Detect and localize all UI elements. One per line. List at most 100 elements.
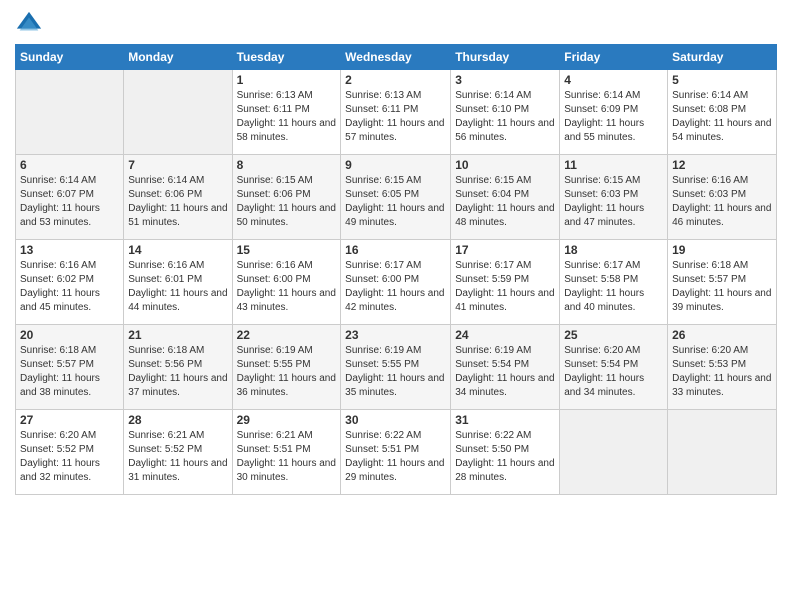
calendar-cell: 1Sunrise: 6:13 AMSunset: 6:11 PMDaylight… <box>232 70 341 155</box>
calendar-cell: 18 Sunrise: 6:17 AMSunset: 5:58 PMDayligh… <box>560 240 668 325</box>
page: SundayMondayTuesdayWednesdayThursdayFrid… <box>0 0 792 612</box>
calendar-cell: 24Sunrise: 6:19 AMSunset: 5:54 PMDayligh… <box>451 325 560 410</box>
cell-sun-info: Sunrise: 6:13 AMSunset: 6:11 PMDaylight:… <box>345 89 446 145</box>
weekday-header: Monday <box>124 45 232 70</box>
header <box>15 10 777 38</box>
calendar-cell: 2Sunrise: 6:13 AMSunset: 6:11 PMDaylight… <box>341 70 451 155</box>
day-number: 21 <box>128 328 227 342</box>
calendar-cell: 31 Sunrise: 6:22 AMSunset: 5:50 PMDayligh… <box>451 410 560 495</box>
calendar-table: SundayMondayTuesdayWednesdayThursdayFrid… <box>15 44 777 495</box>
calendar-cell <box>124 70 232 155</box>
calendar-cell: 10 Sunrise: 6:15 AMSunset: 6:04 PMDayligh… <box>451 155 560 240</box>
cell-sun-info: Sunrise: 6:15 AMSunset: 6:05 PMDaylight:… <box>345 174 446 230</box>
day-number: 9 <box>345 158 446 172</box>
day-number: 30 <box>345 413 446 427</box>
day-number: 23 <box>345 328 446 342</box>
day-number: 13 <box>20 243 119 257</box>
day-number: 7 <box>128 158 227 172</box>
calendar-cell: 7 Sunrise: 6:14 AMSunset: 6:06 PMDaylight… <box>124 155 232 240</box>
calendar-cell: 17 Sunrise: 6:17 AMSunset: 5:59 PMDayligh… <box>451 240 560 325</box>
calendar-cell: 29 Sunrise: 6:21 AMSunset: 5:51 PMDayligh… <box>232 410 341 495</box>
calendar-week-row: 6 Sunrise: 6:14 AMSunset: 6:07 PMDaylight… <box>16 155 777 240</box>
weekday-header: Thursday <box>451 45 560 70</box>
calendar-cell: 4 Sunrise: 6:14 AMSunset: 6:09 PMDaylight… <box>560 70 668 155</box>
calendar-cell: 26Sunrise: 6:20 AMSunset: 5:53 PMDayligh… <box>668 325 777 410</box>
calendar-week-row: 20 Sunrise: 6:18 AMSunset: 5:57 PMDayligh… <box>16 325 777 410</box>
weekday-header: Sunday <box>16 45 124 70</box>
cell-sun-info: Sunrise: 6:17 AMSunset: 6:00 PMDaylight:… <box>345 259 446 315</box>
cell-sun-info: Sunrise: 6:20 AMSunset: 5:54 PMDaylight:… <box>564 344 663 400</box>
cell-sun-info: Sunrise: 6:15 AMSunset: 6:03 PMDaylight:… <box>564 174 663 230</box>
cell-sun-info: Sunrise: 6:16 AMSunset: 6:02 PMDaylight:… <box>20 259 119 315</box>
calendar-cell: 8 Sunrise: 6:15 AMSunset: 6:06 PMDaylight… <box>232 155 341 240</box>
cell-sun-info: Sunrise: 6:21 AMSunset: 5:52 PMDaylight:… <box>128 429 227 485</box>
calendar-cell: 16 Sunrise: 6:17 AMSunset: 6:00 PMDayligh… <box>341 240 451 325</box>
cell-sun-info: Sunrise: 6:14 AMSunset: 6:07 PMDaylight:… <box>20 174 119 230</box>
day-number: 19 <box>672 243 772 257</box>
day-number: 16 <box>345 243 446 257</box>
day-number: 27 <box>20 413 119 427</box>
day-number: 12 <box>672 158 772 172</box>
day-number: 8 <box>237 158 337 172</box>
day-number: 14 <box>128 243 227 257</box>
day-number: 22 <box>237 328 337 342</box>
cell-sun-info: Sunrise: 6:15 AMSunset: 6:04 PMDaylight:… <box>455 174 555 230</box>
calendar-cell: 21Sunrise: 6:18 AMSunset: 5:56 PMDayligh… <box>124 325 232 410</box>
calendar-cell: 6 Sunrise: 6:14 AMSunset: 6:07 PMDaylight… <box>16 155 124 240</box>
calendar-week-row: 27 Sunrise: 6:20 AMSunset: 5:52 PMDayligh… <box>16 410 777 495</box>
calendar-cell: 12 Sunrise: 6:16 AMSunset: 6:03 PMDayligh… <box>668 155 777 240</box>
calendar-cell: 25 Sunrise: 6:20 AMSunset: 5:54 PMDayligh… <box>560 325 668 410</box>
day-number: 20 <box>20 328 119 342</box>
cell-sun-info: Sunrise: 6:16 AMSunset: 6:00 PMDaylight:… <box>237 259 337 315</box>
cell-sun-info: Sunrise: 6:16 AMSunset: 6:03 PMDaylight:… <box>672 174 772 230</box>
day-number: 15 <box>237 243 337 257</box>
calendar-cell: 5 Sunrise: 6:14 AMSunset: 6:08 PMDaylight… <box>668 70 777 155</box>
weekday-header: Wednesday <box>341 45 451 70</box>
calendar-cell: 14 Sunrise: 6:16 AMSunset: 6:01 PMDayligh… <box>124 240 232 325</box>
calendar-cell <box>16 70 124 155</box>
day-number: 26 <box>672 328 772 342</box>
cell-sun-info: Sunrise: 6:17 AMSunset: 5:59 PMDaylight:… <box>455 259 555 315</box>
day-number: 10 <box>455 158 555 172</box>
cell-sun-info: Sunrise: 6:14 AMSunset: 6:08 PMDaylight:… <box>672 89 772 145</box>
day-number: 4 <box>564 73 663 87</box>
cell-sun-info: Sunrise: 6:21 AMSunset: 5:51 PMDaylight:… <box>237 429 337 485</box>
day-number: 18 <box>564 243 663 257</box>
day-number: 25 <box>564 328 663 342</box>
day-number: 29 <box>237 413 337 427</box>
calendar-cell <box>560 410 668 495</box>
weekday-header: Tuesday <box>232 45 341 70</box>
cell-sun-info: Sunrise: 6:14 AMSunset: 6:06 PMDaylight:… <box>128 174 227 230</box>
cell-sun-info: Sunrise: 6:14 AMSunset: 6:09 PMDaylight:… <box>564 89 663 145</box>
cell-sun-info: Sunrise: 6:22 AMSunset: 5:50 PMDaylight:… <box>455 429 555 485</box>
cell-sun-info: Sunrise: 6:15 AMSunset: 6:06 PMDaylight:… <box>237 174 337 230</box>
cell-sun-info: Sunrise: 6:16 AMSunset: 6:01 PMDaylight:… <box>128 259 227 315</box>
cell-sun-info: Sunrise: 6:18 AMSunset: 5:57 PMDaylight:… <box>672 259 772 315</box>
calendar-cell: 11Sunrise: 6:15 AMSunset: 6:03 PMDayligh… <box>560 155 668 240</box>
cell-sun-info: Sunrise: 6:19 AMSunset: 5:54 PMDaylight:… <box>455 344 555 400</box>
day-number: 28 <box>128 413 227 427</box>
calendar-header-row: SundayMondayTuesdayWednesdayThursdayFrid… <box>16 45 777 70</box>
day-number: 6 <box>20 158 119 172</box>
cell-sun-info: Sunrise: 6:14 AMSunset: 6:10 PMDaylight:… <box>455 89 555 145</box>
calendar-cell: 27 Sunrise: 6:20 AMSunset: 5:52 PMDayligh… <box>16 410 124 495</box>
cell-sun-info: Sunrise: 6:17 AMSunset: 5:58 PMDaylight:… <box>564 259 663 315</box>
day-number: 5 <box>672 73 772 87</box>
calendar-cell: 13 Sunrise: 6:16 AMSunset: 6:02 PMDayligh… <box>16 240 124 325</box>
calendar-cell: 28 Sunrise: 6:21 AMSunset: 5:52 PMDayligh… <box>124 410 232 495</box>
cell-sun-info: Sunrise: 6:19 AMSunset: 5:55 PMDaylight:… <box>345 344 446 400</box>
calendar-cell: 9 Sunrise: 6:15 AMSunset: 6:05 PMDaylight… <box>341 155 451 240</box>
calendar-cell: 23 Sunrise: 6:19 AMSunset: 5:55 PMDayligh… <box>341 325 451 410</box>
calendar-cell: 3 Sunrise: 6:14 AMSunset: 6:10 PMDaylight… <box>451 70 560 155</box>
day-number: 17 <box>455 243 555 257</box>
calendar-cell: 20 Sunrise: 6:18 AMSunset: 5:57 PMDayligh… <box>16 325 124 410</box>
calendar-week-row: 13 Sunrise: 6:16 AMSunset: 6:02 PMDayligh… <box>16 240 777 325</box>
day-number: 31 <box>455 413 555 427</box>
cell-sun-info: Sunrise: 6:19 AMSunset: 5:55 PMDaylight:… <box>237 344 337 400</box>
day-number: 3 <box>455 73 555 87</box>
cell-sun-info: Sunrise: 6:18 AMSunset: 5:57 PMDaylight:… <box>20 344 119 400</box>
calendar-week-row: 1 Sunrise: 6:13 AMSunset: 6:11 PMDaylight… <box>16 70 777 155</box>
day-number: 1 <box>237 73 337 87</box>
weekday-header: Friday <box>560 45 668 70</box>
cell-sun-info: Sunrise: 6:20 AMSunset: 5:52 PMDaylight:… <box>20 429 119 485</box>
